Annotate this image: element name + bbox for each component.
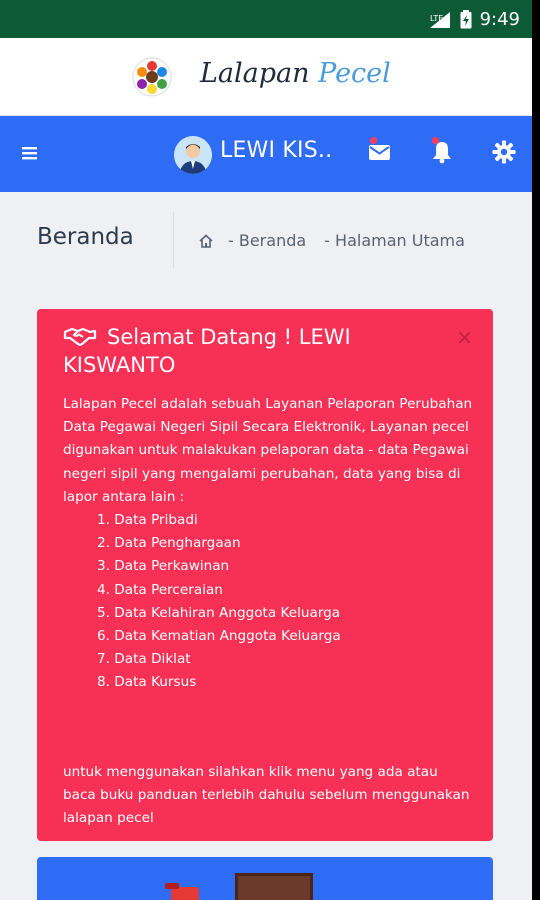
handshake-icon [63, 327, 97, 346]
status-bar: LTE 9:49 [0, 0, 532, 38]
hamburger-icon[interactable] [22, 145, 38, 161]
page-header: Beranda - Beranda - Halaman Utama [0, 192, 532, 292]
alert-body: Lalapan Pecel adalah sebuah Layanan Pela… [63, 393, 473, 695]
battery-icon [460, 10, 472, 29]
welcome-alert: Selamat Datang ! LEWI KISWANTO × Lalapan… [37, 309, 493, 841]
brand-name-part2: Pecel [318, 58, 391, 89]
mail-notification-dot [370, 137, 377, 144]
settings-button[interactable] [492, 140, 516, 168]
info-card [37, 857, 493, 900]
list-item: 2. Data Penghargaan [97, 535, 241, 552]
data-type-list: 1. Data Pribadi 2. Data Penghargaan 3. D… [97, 509, 473, 695]
list-item: 6. Data Kematian Anggota Keluarga [97, 628, 341, 645]
user-avatar[interactable] [174, 136, 212, 174]
list-item: 8. Data Kursus [97, 674, 197, 691]
illustration-icon [165, 883, 199, 900]
illustration-box [235, 873, 313, 900]
breadcrumb-item-beranda[interactable]: - Beranda [228, 231, 306, 250]
close-icon[interactable]: × [456, 325, 473, 349]
notifications-button[interactable] [431, 137, 453, 168]
status-time: 9:49 [479, 9, 520, 30]
list-item: 3. Data Perkawinan [97, 558, 230, 575]
brand-name-part1: Lalapan [200, 58, 319, 89]
list-item: 5. Data Kelahiran Anggota Keluarga [97, 604, 341, 621]
username-label[interactable]: LEWI KIS.. [220, 138, 332, 163]
list-item: 7. Data Diklat [97, 651, 191, 668]
brand-name: Lalapan Pecel [200, 58, 391, 89]
signal-icon: LTE [429, 11, 450, 28]
logo-icon[interactable] [132, 57, 172, 97]
alert-footer: untuk menggunakan silahkan klik menu yan… [63, 764, 470, 827]
alert-title-text: Selamat Datang ! LEWI KISWANTO [63, 325, 351, 377]
user-avatar-icon [174, 136, 212, 174]
screen-edge [532, 0, 540, 900]
messages-button[interactable] [368, 137, 392, 168]
list-item: 1. Data Pribadi [97, 512, 198, 529]
app-screen: LTE 9:49 Lalapan Pecel LEWI KIS.. Berand… [0, 0, 532, 900]
svg-text:LTE: LTE [430, 14, 443, 23]
brand-header: Lalapan Pecel [0, 38, 532, 116]
bell-notification-dot [432, 137, 439, 144]
gear-icon [492, 140, 516, 164]
top-navbar: LEWI KIS.. [0, 116, 532, 192]
home-icon[interactable] [198, 233, 214, 249]
breadcrumb-item-halaman-utama: - Halaman Utama [324, 231, 465, 250]
breadcrumb: - Beranda - Halaman Utama [198, 231, 469, 250]
page-title: Beranda [37, 224, 134, 250]
list-item: 4. Data Perceraian [97, 581, 223, 598]
alert-title: Selamat Datang ! LEWI KISWANTO [63, 323, 443, 379]
divider [173, 212, 174, 268]
alert-intro: Lalapan Pecel adalah sebuah Layanan Pela… [63, 396, 473, 505]
